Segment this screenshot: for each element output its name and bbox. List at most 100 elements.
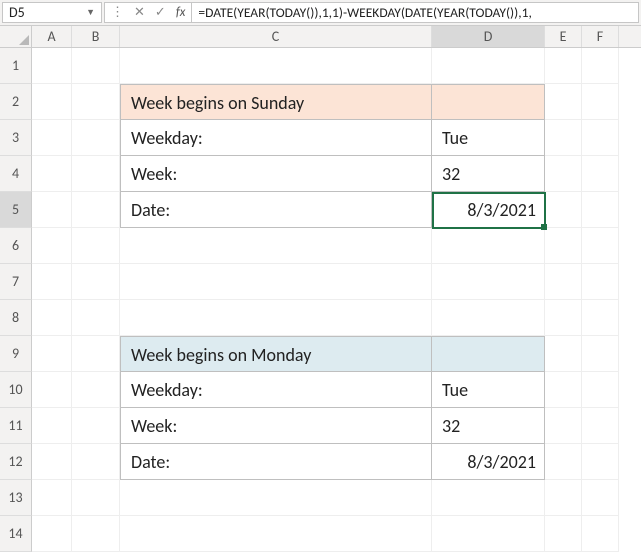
cell-D9[interactable] bbox=[432, 336, 545, 372]
cell-B3[interactable] bbox=[72, 120, 120, 156]
cell-A7[interactable] bbox=[32, 264, 72, 300]
cell-E14[interactable] bbox=[545, 516, 582, 552]
cell-E13[interactable] bbox=[545, 480, 582, 516]
row-head-11[interactable]: 11 bbox=[0, 408, 32, 444]
col-head-D[interactable]: D bbox=[432, 26, 545, 47]
cell-F13[interactable] bbox=[582, 480, 619, 516]
cell-C14[interactable] bbox=[120, 516, 432, 552]
cell-B6[interactable] bbox=[72, 228, 120, 264]
cell-D1[interactable] bbox=[432, 48, 545, 84]
cell-D14[interactable] bbox=[432, 516, 545, 552]
cell-E10[interactable] bbox=[545, 372, 582, 408]
cell-C11[interactable]: Week: bbox=[120, 408, 432, 444]
cell-C8[interactable] bbox=[120, 300, 432, 336]
chevron-down-icon[interactable]: ▼ bbox=[86, 7, 95, 18]
cell-E3[interactable] bbox=[545, 120, 582, 156]
cell-E12[interactable] bbox=[545, 444, 582, 480]
cell-A9[interactable] bbox=[32, 336, 72, 372]
cell-F2[interactable] bbox=[582, 84, 619, 120]
cell-B9[interactable] bbox=[72, 336, 120, 372]
cell-A8[interactable] bbox=[32, 300, 72, 336]
row-head-6[interactable]: 6 bbox=[0, 228, 32, 264]
row-head-4[interactable]: 4 bbox=[0, 156, 32, 192]
cell-F6[interactable] bbox=[582, 228, 619, 264]
cell-C7[interactable] bbox=[120, 264, 432, 300]
cell-F3[interactable] bbox=[582, 120, 619, 156]
select-all-corner[interactable] bbox=[0, 26, 32, 47]
row-head-10[interactable]: 10 bbox=[0, 372, 32, 408]
cell-F1[interactable] bbox=[582, 48, 619, 84]
cell-A1[interactable] bbox=[32, 48, 72, 84]
cell-E2[interactable] bbox=[545, 84, 582, 120]
cell-A6[interactable] bbox=[32, 228, 72, 264]
cell-F8[interactable] bbox=[582, 300, 619, 336]
cell-E4[interactable] bbox=[545, 156, 582, 192]
cell-D12[interactable]: 8/3/2021 bbox=[432, 444, 545, 480]
row-head-2[interactable]: 2 bbox=[0, 84, 32, 120]
cell-F5[interactable] bbox=[582, 192, 619, 228]
cell-C10[interactable]: Weekday: bbox=[120, 372, 432, 408]
cell-A13[interactable] bbox=[32, 480, 72, 516]
cell-D3[interactable]: Tue bbox=[432, 120, 545, 156]
cell-B8[interactable] bbox=[72, 300, 120, 336]
cell-B1[interactable] bbox=[72, 48, 120, 84]
row-head-14[interactable]: 14 bbox=[0, 516, 32, 552]
cell-C13[interactable] bbox=[120, 480, 432, 516]
cell-E9[interactable] bbox=[545, 336, 582, 372]
row-head-7[interactable]: 7 bbox=[0, 264, 32, 300]
cell-E11[interactable] bbox=[545, 408, 582, 444]
dots-icon[interactable]: ⋮ bbox=[111, 6, 124, 19]
cell-F4[interactable] bbox=[582, 156, 619, 192]
col-head-B[interactable]: B bbox=[72, 26, 120, 47]
cell-B2[interactable] bbox=[72, 84, 120, 120]
cell-C4[interactable]: Week: bbox=[120, 156, 432, 192]
cell-A11[interactable] bbox=[32, 408, 72, 444]
col-head-C[interactable]: C bbox=[120, 26, 432, 47]
cell-F11[interactable] bbox=[582, 408, 619, 444]
cell-B4[interactable] bbox=[72, 156, 120, 192]
cell-F10[interactable] bbox=[582, 372, 619, 408]
cell-F14[interactable] bbox=[582, 516, 619, 552]
name-box[interactable]: D5 ▼ bbox=[2, 2, 102, 23]
cell-C3[interactable]: Weekday: bbox=[120, 120, 432, 156]
commit-icon[interactable]: ✓ bbox=[155, 6, 166, 19]
cell-E1[interactable] bbox=[545, 48, 582, 84]
cell-D5[interactable]: 8/3/2021 bbox=[432, 192, 545, 228]
fx-icon[interactable]: fx bbox=[176, 5, 186, 20]
cell-F12[interactable] bbox=[582, 444, 619, 480]
row-head-8[interactable]: 8 bbox=[0, 300, 32, 336]
cell-D8[interactable] bbox=[432, 300, 545, 336]
cell-A3[interactable] bbox=[32, 120, 72, 156]
cell-F9[interactable] bbox=[582, 336, 619, 372]
cell-E6[interactable] bbox=[545, 228, 582, 264]
cell-A12[interactable] bbox=[32, 444, 72, 480]
col-head-F[interactable]: F bbox=[582, 26, 619, 47]
cell-C2[interactable]: Week begins on Sunday bbox=[120, 84, 432, 120]
cell-C1[interactable] bbox=[120, 48, 432, 84]
cell-D13[interactable] bbox=[432, 480, 545, 516]
cell-D7[interactable] bbox=[432, 264, 545, 300]
cell-C9[interactable]: Week begins on Monday bbox=[120, 336, 432, 372]
cell-E7[interactable] bbox=[545, 264, 582, 300]
col-head-A[interactable]: A bbox=[32, 26, 72, 47]
cell-E8[interactable] bbox=[545, 300, 582, 336]
cell-C12[interactable]: Date: bbox=[120, 444, 432, 480]
cell-B10[interactable] bbox=[72, 372, 120, 408]
formula-input[interactable]: =DATE(YEAR(TODAY()),1,1)-WEEKDAY(DATE(YE… bbox=[192, 2, 639, 23]
cell-D4[interactable]: 32 bbox=[432, 156, 545, 192]
cell-A4[interactable] bbox=[32, 156, 72, 192]
row-head-1[interactable]: 1 bbox=[0, 48, 32, 84]
cell-A14[interactable] bbox=[32, 516, 72, 552]
cell-B7[interactable] bbox=[72, 264, 120, 300]
cancel-icon[interactable]: ✕ bbox=[134, 6, 145, 19]
cell-C5[interactable]: Date: bbox=[120, 192, 432, 228]
cell-B13[interactable] bbox=[72, 480, 120, 516]
cell-D11[interactable]: 32 bbox=[432, 408, 545, 444]
cell-B5[interactable] bbox=[72, 192, 120, 228]
cell-D2[interactable] bbox=[432, 84, 545, 120]
col-head-E[interactable]: E bbox=[545, 26, 582, 47]
cell-A10[interactable] bbox=[32, 372, 72, 408]
cell-A2[interactable] bbox=[32, 84, 72, 120]
row-head-9[interactable]: 9 bbox=[0, 336, 32, 372]
row-head-3[interactable]: 3 bbox=[0, 120, 32, 156]
